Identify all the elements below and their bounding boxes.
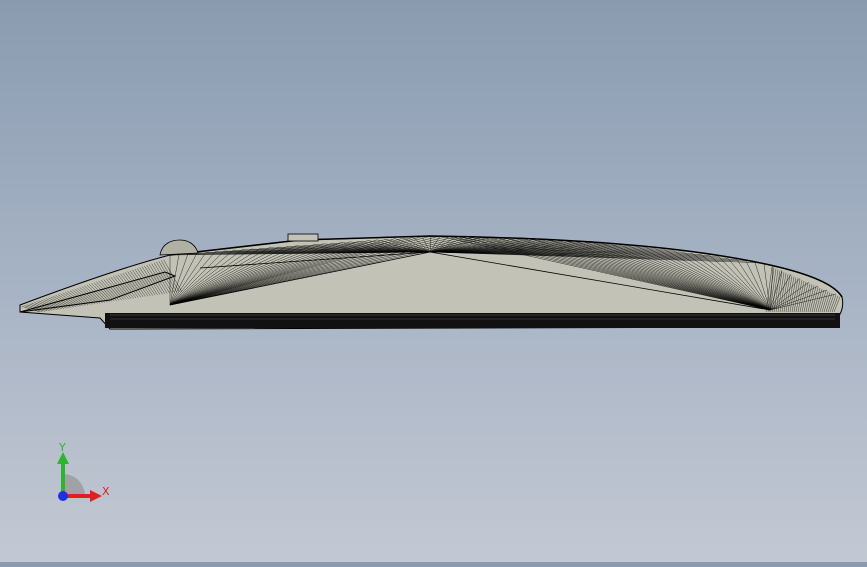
x-axis-label: X (102, 485, 110, 498)
dome (160, 240, 198, 255)
part-model[interactable] (0, 0, 867, 562)
top-pad (288, 234, 318, 241)
coordinate-triad: Y X (48, 440, 118, 510)
graphics-viewport[interactable] (0, 0, 867, 562)
z-axis-dot-icon (58, 491, 68, 501)
y-axis-label: Y (59, 441, 66, 454)
